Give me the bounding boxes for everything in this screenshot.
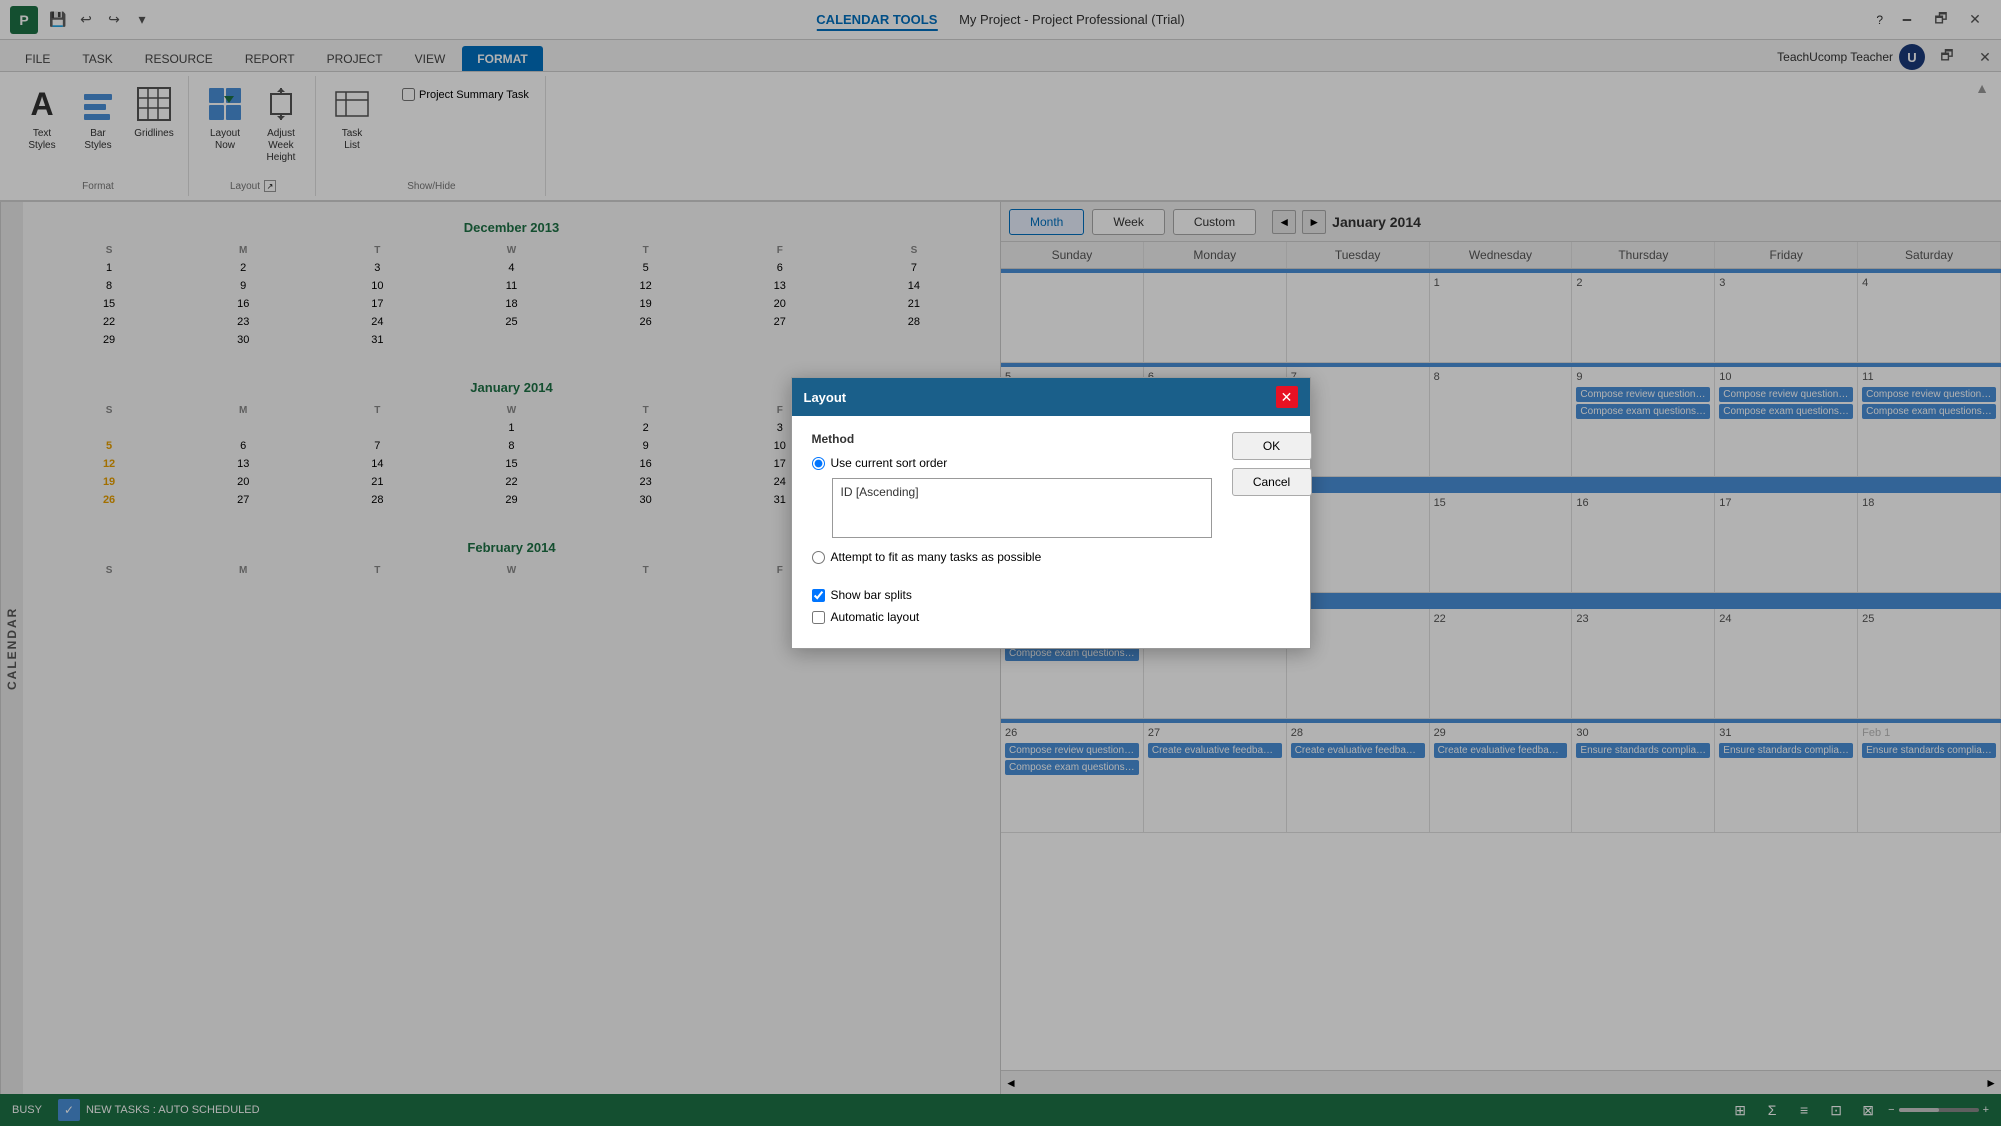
radio-attempt-fit[interactable] bbox=[812, 551, 825, 564]
dialog-title: Layout bbox=[804, 390, 847, 405]
auto-layout-checkbox[interactable] bbox=[812, 611, 825, 624]
cancel-button[interactable]: Cancel bbox=[1232, 468, 1312, 496]
dialog-main: Method Use current sort order ID [Ascend… bbox=[792, 416, 1232, 648]
sort-value-text: ID [Ascending] bbox=[841, 485, 919, 499]
dialog-buttons: OK Cancel bbox=[1232, 416, 1324, 648]
auto-layout-label: Automatic layout bbox=[831, 610, 920, 624]
radio-attempt-fit-label: Attempt to fit as many tasks as possible bbox=[831, 550, 1042, 564]
show-bar-splits-row[interactable]: Show bar splits bbox=[812, 588, 1212, 602]
dialog-content: Method Use current sort order ID [Ascend… bbox=[792, 416, 1310, 648]
radio-current-sort-label: Use current sort order bbox=[831, 456, 948, 470]
dialog-overlay: Layout ✕ Method Use current sort order I… bbox=[0, 0, 2001, 1126]
dialog-title-bar: Layout ✕ bbox=[792, 378, 1310, 416]
show-bar-splits-label: Show bar splits bbox=[831, 588, 912, 602]
layout-dialog: Layout ✕ Method Use current sort order I… bbox=[791, 377, 1311, 649]
radio-current-sort[interactable] bbox=[812, 457, 825, 470]
dialog-close-button[interactable]: ✕ bbox=[1276, 386, 1298, 408]
method-label: Method bbox=[812, 432, 1212, 446]
radio-attempt-fit-row[interactable]: Attempt to fit as many tasks as possible bbox=[812, 550, 1212, 564]
auto-layout-row[interactable]: Automatic layout bbox=[812, 610, 1212, 624]
ok-button[interactable]: OK bbox=[1232, 432, 1312, 460]
radio-current-sort-row[interactable]: Use current sort order bbox=[812, 456, 1212, 470]
show-bar-splits-checkbox[interactable] bbox=[812, 589, 825, 602]
sort-value-box[interactable]: ID [Ascending] bbox=[832, 478, 1212, 538]
